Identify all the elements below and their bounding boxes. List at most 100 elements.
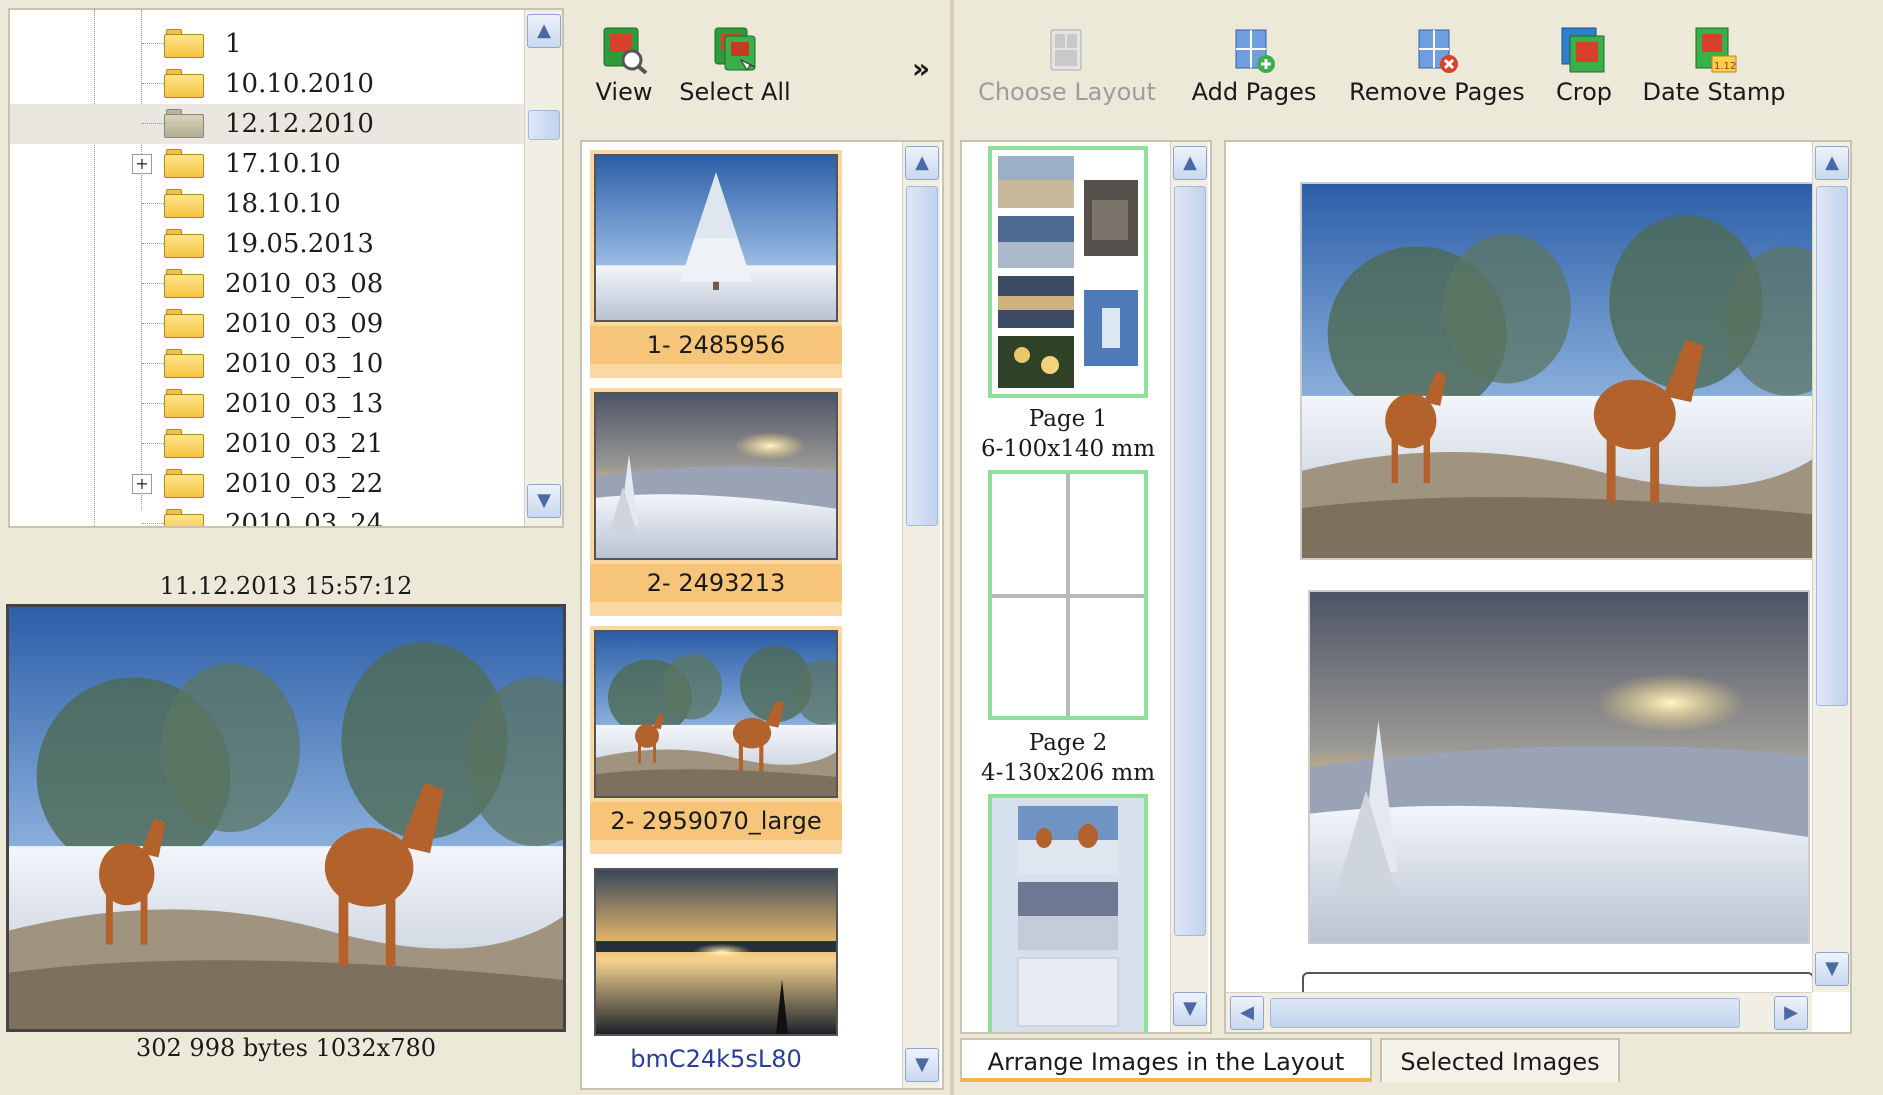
page-size: 6-100x140 mm [980, 436, 1156, 462]
tree-item[interactable]: + 2010_03_22 [10, 464, 530, 504]
splitter[interactable] [950, 0, 954, 1095]
tree-item[interactable]: + 17.10.10 [10, 144, 530, 184]
tree-item[interactable]: 2010_03_13 [10, 384, 530, 424]
thumbnail-caption: 2- 2959070_large [590, 802, 842, 840]
scroll-thumb[interactable] [1174, 186, 1206, 936]
thumbnail-item[interactable]: 2- 2493213 [590, 388, 842, 616]
scroll-down-icon[interactable]: ▼ [1173, 992, 1207, 1026]
pages-list[interactable]: Page 1 6-100x140 mm Page 2 4-130x206 mm … [960, 140, 1212, 1034]
scroll-down-icon[interactable]: ▼ [1815, 952, 1849, 986]
expand-plus-icon[interactable]: + [132, 474, 152, 494]
tree-scrollbar[interactable]: ▲ ▼ [524, 10, 562, 526]
remove-page-icon [1413, 26, 1461, 74]
folder-icon [164, 269, 204, 299]
tree-connector [142, 283, 164, 284]
preview-image [6, 604, 566, 1032]
scroll-thumb[interactable] [906, 186, 938, 526]
remove-pages-button[interactable]: Remove Pages [1344, 26, 1530, 106]
thumbnail-scrollbar[interactable]: ▲ ▼ [902, 142, 940, 1088]
tree-item[interactable]: 2010_03_21 [10, 424, 530, 464]
tab-arrange-images[interactable]: Arrange Images in the Layout [960, 1038, 1372, 1082]
scroll-up-icon[interactable]: ▲ [527, 14, 561, 48]
crop-label: Crop [1555, 78, 1612, 106]
preview-file-info: 302 998 bytes 1032x780 [135, 1034, 436, 1062]
pages-scrollbar[interactable]: ▲ ▼ [1170, 142, 1208, 1032]
tree-item[interactable]: 2010_03_10 [10, 344, 530, 384]
scroll-up-icon[interactable]: ▲ [1815, 146, 1849, 180]
page-thumbnail[interactable] [988, 146, 1148, 398]
tree-connector [142, 523, 164, 524]
tree-item-selected[interactable]: 12.12.2010 [10, 104, 530, 144]
scroll-down-icon[interactable]: ▼ [527, 484, 561, 518]
scroll-up-icon[interactable]: ▲ [1173, 146, 1207, 180]
tree-item-label: 2010_03_24 [225, 509, 384, 528]
crop-button[interactable]: Crop [1546, 26, 1622, 106]
tree-connector [142, 243, 164, 244]
tree-item[interactable]: 2010_03_08 [10, 264, 530, 304]
tree-item[interactable]: 19.05.2013 [10, 224, 530, 264]
scroll-thumb[interactable] [1270, 998, 1740, 1028]
thumbnail-image [594, 630, 838, 798]
preview-date: 11.12.2013 15:57:12 [159, 572, 413, 600]
folder-icon [164, 349, 204, 379]
page-title: Page 2 [1028, 730, 1108, 756]
layout-slot-next[interactable] [1302, 972, 1814, 992]
scroll-thumb[interactable] [528, 110, 560, 140]
view-button[interactable]: View [584, 26, 664, 106]
page-thumbnail[interactable] [988, 470, 1148, 720]
add-page-icon [1230, 26, 1278, 74]
thumbnail-list[interactable]: 1- 2485956 2- 2493213 2- 2959070_large b… [580, 140, 944, 1090]
tree-item[interactable]: 2010_03_09 [10, 304, 530, 344]
tree-connector [142, 403, 164, 404]
folder-icon [164, 229, 204, 259]
folder-icon [164, 309, 204, 339]
canvas-horizontal-scrollbar[interactable]: ◀ ▶ [1226, 992, 1812, 1032]
add-pages-button[interactable]: Add Pages [1184, 26, 1324, 106]
thumbnail-caption: 2- 2493213 [590, 564, 842, 602]
thumbnail-caption: bmC24k5sL80 [630, 1045, 802, 1073]
thumbnail-item[interactable]: bmC24k5sL80 [590, 864, 842, 1088]
expand-plus-icon[interactable]: + [132, 154, 152, 174]
layout-slot-image[interactable] [1300, 182, 1816, 560]
scroll-thumb[interactable] [1816, 186, 1848, 706]
tree-item-label: 18.10.10 [225, 189, 341, 219]
tree-item-label: 12.12.2010 [225, 109, 374, 139]
folder-tree[interactable]: 1 10.10.2010 12.12.2010 + 17.10.10 18.10… [8, 8, 564, 528]
tree-connector [142, 203, 164, 204]
magnifier-photo-icon [600, 26, 648, 74]
layout-canvas[interactable]: ▲ ▼ ◀ ▶ [1224, 140, 1852, 1034]
thumbnail-caption: 1- 2485956 [590, 326, 842, 364]
add-pages-label: Add Pages [1191, 78, 1317, 106]
tab-selected-images[interactable]: Selected Images [1380, 1038, 1620, 1082]
choose-layout-label: Choose Layout [978, 78, 1156, 106]
tree-item[interactable]: 2010_03_24 [10, 504, 530, 528]
canvas-vertical-scrollbar[interactable]: ▲ ▼ [1812, 142, 1850, 992]
page-thumbnail-selected[interactable] [988, 794, 1148, 1032]
layout-slot-image[interactable] [1308, 590, 1810, 944]
thumbnail-item[interactable]: 1- 2485956 [590, 150, 842, 378]
scroll-left-icon[interactable]: ◀ [1230, 996, 1264, 1030]
folder-icon [164, 29, 204, 59]
scroll-right-icon[interactable]: ▶ [1774, 996, 1808, 1030]
date-stamp-button[interactable]: 1.12 Date Stamp [1638, 26, 1790, 106]
select-all-button[interactable]: Select All [676, 26, 794, 106]
folder-icon [164, 389, 204, 419]
more-tools-chevron-icon[interactable]: » [912, 52, 930, 85]
tree-item[interactable]: 1 [10, 24, 530, 64]
tree-item-label: 2010_03_22 [225, 469, 384, 499]
tree-item-label: 2010_03_08 [225, 269, 384, 299]
scroll-down-icon[interactable]: ▼ [905, 1048, 939, 1082]
tree-item[interactable]: 10.10.2010 [10, 64, 530, 104]
choose-layout-button[interactable]: Choose Layout [972, 26, 1162, 106]
tree-item-label: 10.10.2010 [225, 69, 374, 99]
thumbnail-item[interactable]: 2- 2959070_large [590, 626, 842, 854]
tree-connector [142, 83, 164, 84]
date-stamp-label: Date Stamp [1642, 78, 1786, 106]
folder-icon [164, 149, 204, 179]
folder-icon [164, 69, 204, 99]
scroll-up-icon[interactable]: ▲ [905, 146, 939, 180]
tree-item-label: 2010_03_09 [225, 309, 384, 339]
tree-item[interactable]: 18.10.10 [10, 184, 530, 224]
folder-icon [164, 509, 204, 526]
layout-grid-icon [1043, 26, 1091, 74]
